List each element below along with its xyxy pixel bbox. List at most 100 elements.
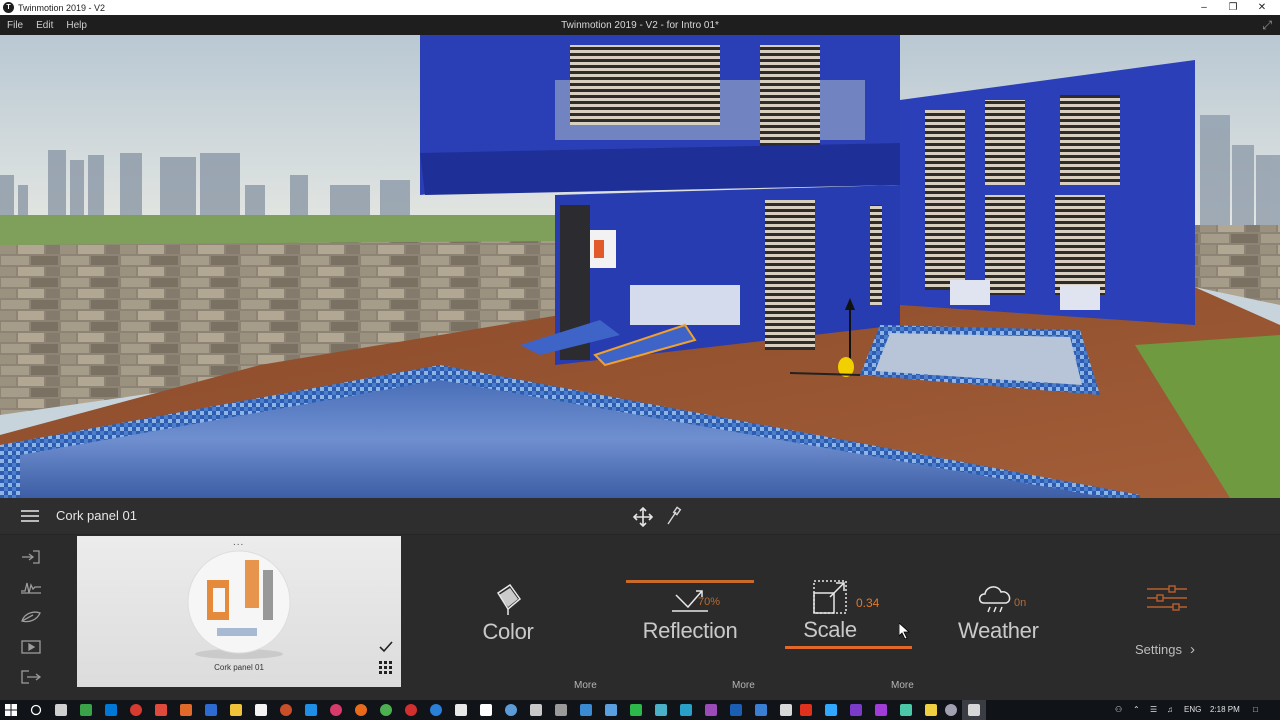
people-icon[interactable]: ⚇ xyxy=(1115,705,1122,714)
properties-panel: ... Cork panel 01 Color More Reflection … xyxy=(0,535,1280,700)
3d-viewport[interactable] xyxy=(0,35,1280,498)
waveform-icon[interactable] xyxy=(19,579,43,595)
taskbar-app-icon[interactable] xyxy=(255,704,267,716)
more-button-3[interactable]: More xyxy=(891,680,914,691)
more-button-1[interactable]: More xyxy=(574,680,597,691)
network-icon[interactable]: ☰ xyxy=(1150,705,1157,714)
scale-underline xyxy=(785,646,912,649)
taskbar-app-icon[interactable] xyxy=(730,704,742,716)
search-icon[interactable] xyxy=(30,704,42,716)
object-toolbar: Cork panel 01 xyxy=(0,498,1280,535)
windows-taskbar: ⚇ ⌃ ☰ ♫ ENG 2:18 PM □ xyxy=(0,700,1280,720)
notifications-icon[interactable]: □ xyxy=(1253,705,1258,714)
taskbar-app-icon[interactable] xyxy=(155,704,167,716)
title-bar: T Twinmotion 2019 - V2 – ❐ ✕ xyxy=(0,0,1280,15)
taskbar-app-icon[interactable] xyxy=(825,704,837,716)
taskbar-app-icon[interactable] xyxy=(605,704,617,716)
scale-value: 0.34 xyxy=(856,596,880,610)
menu-bar: File Edit Help Twinmotion 2019 - V2 - fo… xyxy=(0,15,1280,35)
import-icon[interactable] xyxy=(19,549,43,565)
menu-edit[interactable]: Edit xyxy=(36,20,53,31)
color-label: Color xyxy=(482,619,534,644)
taskbar-app-icon[interactable] xyxy=(80,704,92,716)
taskbar-app-icon[interactable] xyxy=(875,704,887,716)
taskbar-app-icon[interactable] xyxy=(925,704,937,716)
menu-file[interactable]: File xyxy=(7,20,23,31)
grid-icon[interactable] xyxy=(379,661,393,675)
taskbar-app-icon[interactable] xyxy=(800,704,812,716)
windows-start-icon[interactable] xyxy=(5,704,17,716)
material-menu-dots[interactable]: ... xyxy=(233,537,244,548)
taskbar-app-icon[interactable] xyxy=(630,704,642,716)
menu-help[interactable]: Help xyxy=(66,20,87,31)
taskbar-app-icon[interactable] xyxy=(330,704,342,716)
move-icon[interactable] xyxy=(632,506,654,528)
scale-property[interactable]: Scale xyxy=(800,577,860,643)
taskbar-app-icon[interactable] xyxy=(555,704,567,716)
close-button[interactable]: ✕ xyxy=(1246,0,1278,15)
media-icon[interactable] xyxy=(19,639,43,655)
task-view-icon[interactable] xyxy=(55,704,67,716)
eyedropper-icon[interactable] xyxy=(664,506,682,526)
taskbar-app-icon[interactable] xyxy=(430,704,442,716)
hamburger-menu-icon[interactable] xyxy=(21,510,39,522)
material-name: Cork panel 01 xyxy=(214,663,264,672)
restore-button[interactable]: ❐ xyxy=(1217,0,1249,15)
mouse-cursor-icon xyxy=(899,623,910,639)
scale-label: Scale xyxy=(803,617,857,642)
weather-label: Weather xyxy=(958,618,1039,643)
minimize-button[interactable]: – xyxy=(1188,0,1220,15)
taskbar-app-icon[interactable] xyxy=(655,704,667,716)
taskbar-app-icon[interactable] xyxy=(230,704,242,716)
taskbar-app-icon[interactable] xyxy=(755,704,767,716)
reflection-label: Reflection xyxy=(642,618,738,643)
window-title: Twinmotion 2019 - V2 xyxy=(18,2,106,13)
material-thumbnail[interactable]: ... Cork panel 01 xyxy=(77,536,401,687)
taskbar-app-icon[interactable] xyxy=(900,704,912,716)
taskbar-app-icon[interactable] xyxy=(380,704,392,716)
weather-value: 0n xyxy=(1014,597,1027,609)
weather-cloud-icon xyxy=(978,586,1011,613)
more-button-2[interactable]: More xyxy=(732,680,755,691)
paint-bucket-icon xyxy=(496,583,522,615)
taskbar-app-icon[interactable] xyxy=(530,704,542,716)
material-sphere xyxy=(187,550,291,659)
taskbar-app-icon[interactable] xyxy=(480,704,492,716)
taskbar-app-icon[interactable] xyxy=(305,704,317,716)
taskbar-app-icon[interactable] xyxy=(780,704,792,716)
volume-icon[interactable]: ♫ xyxy=(1167,705,1173,714)
clock[interactable]: 2:18 PM xyxy=(1210,705,1240,714)
language-indicator[interactable]: ENG xyxy=(1184,705,1201,714)
settings-label: Settings xyxy=(1135,642,1182,657)
taskbar-app-icon[interactable] xyxy=(850,704,862,716)
taskbar-app-icon[interactable] xyxy=(680,704,692,716)
taskbar-app-icon[interactable] xyxy=(580,704,592,716)
taskbar-app-icon[interactable] xyxy=(355,704,367,716)
sliders-icon[interactable] xyxy=(1147,585,1187,611)
left-toolbar xyxy=(0,535,62,700)
selected-object-title: Cork panel 01 xyxy=(56,508,137,523)
document-title: Twinmotion 2019 - V2 - for Intro 01* xyxy=(561,19,719,31)
reflection-value: 70% xyxy=(698,596,721,608)
export-icon[interactable] xyxy=(19,669,43,685)
fullscreen-icon[interactable]: ⤢ xyxy=(1262,18,1272,33)
settings-button[interactable]: Settings › xyxy=(1135,641,1195,658)
taskbar-app-icon[interactable] xyxy=(705,704,717,716)
taskbar-app-icon[interactable] xyxy=(180,704,192,716)
taskbar-app-icon[interactable] xyxy=(280,704,292,716)
taskbar-app-icon[interactable] xyxy=(505,704,517,716)
chevron-up-icon[interactable]: ⌃ xyxy=(1133,705,1140,714)
taskbar-app-icon[interactable] xyxy=(945,704,957,716)
taskbar-app-icon[interactable] xyxy=(105,704,117,716)
leaf-icon[interactable] xyxy=(19,609,43,625)
reflection-property[interactable]: Reflection 70% xyxy=(640,581,740,644)
app-window: T Twinmotion 2019 - V2 – ❐ ✕ File Edit H… xyxy=(0,0,1280,720)
taskbar-app-icon[interactable] xyxy=(405,704,417,716)
taskbar-app-icon[interactable] xyxy=(130,704,142,716)
taskbar-app-icon[interactable] xyxy=(455,704,467,716)
taskbar-app-icon[interactable] xyxy=(205,704,217,716)
color-property[interactable]: Color xyxy=(470,575,546,645)
weather-property[interactable]: Weather 0n xyxy=(958,581,1039,644)
twinmotion-taskbar-icon[interactable] xyxy=(968,704,980,716)
check-icon[interactable] xyxy=(378,640,394,654)
